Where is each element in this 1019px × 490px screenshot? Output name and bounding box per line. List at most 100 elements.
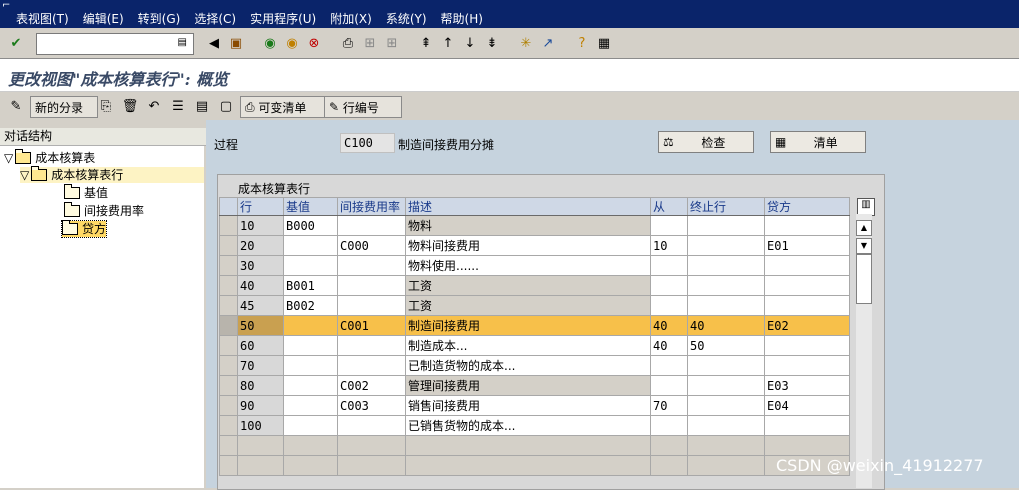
tree-node-credit[interactable]: 贷方 [60, 220, 108, 238]
cell-overhead-rate[interactable]: C003 [337, 395, 406, 416]
deselect-all-icon[interactable]: ▢ [216, 96, 236, 116]
menu-extras[interactable]: 附加(X) [330, 10, 372, 27]
print-icon[interactable]: ⎙ [338, 33, 358, 53]
row-selector[interactable] [219, 335, 238, 356]
column-header-overhead-rate[interactable]: 间接费用率 [337, 197, 406, 216]
cell-description[interactable]: 已制造货物的成本... [405, 355, 651, 376]
menu-goto[interactable]: 转到(G) [138, 10, 181, 27]
cell-from[interactable] [650, 375, 688, 396]
cell-overhead-rate[interactable] [337, 355, 406, 376]
row-selector[interactable] [219, 255, 238, 276]
row-selector[interactable] [219, 375, 238, 396]
row-selector[interactable] [219, 435, 238, 456]
cell-base[interactable] [283, 415, 338, 436]
delete-icon[interactable]: 🗑 [120, 96, 140, 116]
scroll-left-icon[interactable]: ◀ [204, 33, 224, 53]
cell-overhead-rate[interactable] [337, 295, 406, 316]
create-session-icon[interactable]: ✳ [516, 33, 536, 53]
cell-to-row[interactable] [687, 215, 765, 236]
scroll-up-icon[interactable]: ▲ [856, 220, 872, 236]
undo-icon[interactable]: ↶ [144, 96, 164, 116]
cell-base[interactable] [283, 335, 338, 356]
menu-edit[interactable]: 编辑(E) [83, 10, 124, 27]
scrollbar-thumb[interactable] [856, 254, 872, 304]
menu-utilities[interactable]: 实用程序(U) [250, 10, 316, 27]
expand-arrow-icon[interactable]: ▽ [20, 167, 29, 183]
cell-to-row[interactable] [687, 235, 765, 256]
cell-credit[interactable]: E04 [764, 395, 850, 416]
cell-description[interactable]: 已销售货物的成本... [405, 415, 651, 436]
cell-to-row[interactable] [687, 415, 765, 436]
exit-icon[interactable]: ◉ [282, 33, 302, 53]
cell-to-row[interactable] [687, 395, 765, 416]
cell-credit[interactable] [764, 415, 850, 436]
tree-node-costing-sheet-rows[interactable]: ▽ 成本核算表行 [20, 166, 204, 183]
cell-to-row[interactable] [687, 255, 765, 276]
cell-description[interactable]: 物料使用...... [405, 255, 651, 276]
menu-help[interactable]: 帮助(H) [441, 10, 483, 27]
previous-page-icon[interactable]: ↑ [438, 33, 458, 53]
row-selector[interactable] [219, 415, 238, 436]
last-page-icon[interactable]: ⇟ [482, 33, 502, 53]
row-selector[interactable] [219, 215, 238, 236]
cell-base[interactable] [283, 235, 338, 256]
cell-from[interactable] [650, 355, 688, 376]
first-page-icon[interactable]: ⇞ [416, 33, 436, 53]
enter-check-icon[interactable]: ✔ [6, 33, 26, 53]
cell-description[interactable]: 制造成本... [405, 335, 651, 356]
row-selector[interactable] [219, 395, 238, 416]
cell-credit[interactable]: E03 [764, 375, 850, 396]
row-selector-header[interactable] [219, 197, 238, 216]
cell-overhead-rate[interactable] [337, 335, 406, 356]
table-vertical-scrollbar[interactable]: ▲ ▼ [856, 214, 872, 488]
cell-to-row[interactable] [687, 355, 765, 376]
list-button[interactable]: ▦ 清单 [770, 131, 866, 153]
cell-to-row[interactable] [687, 275, 765, 296]
tree-node-base[interactable]: 基值 [64, 184, 108, 201]
cell-to-row[interactable] [687, 295, 765, 316]
cell-overhead-rate[interactable]: C000 [337, 235, 406, 256]
row-selector[interactable] [219, 355, 238, 376]
row-selector[interactable] [219, 235, 238, 256]
cell-from[interactable]: 40 [650, 335, 688, 356]
cell-to-row[interactable]: 50 [687, 335, 765, 356]
back-icon[interactable]: ◉ [260, 33, 280, 53]
row-selector[interactable] [219, 315, 238, 336]
menu-system[interactable]: 系统(Y) [386, 10, 427, 27]
cell-overhead-rate[interactable] [337, 275, 406, 296]
layout-menu-icon[interactable]: ▦ [594, 33, 614, 53]
cell-credit[interactable]: E02 [764, 315, 850, 336]
cell-from[interactable] [650, 255, 688, 276]
variable-list-button[interactable]: ⎙ 可变清单 [240, 96, 328, 118]
cell-to-row[interactable]: 40 [687, 315, 765, 336]
find-icon[interactable]: ⊞ [360, 33, 380, 53]
select-block-icon[interactable]: ▤ [192, 96, 212, 116]
cell-base[interactable]: B001 [283, 275, 338, 296]
cell-overhead-rate[interactable] [337, 255, 406, 276]
copy-icon[interactable]: ⎘ [96, 96, 116, 116]
cell-base[interactable] [283, 355, 338, 376]
column-header-credit[interactable]: 贷方 [764, 197, 850, 216]
cell-description[interactable]: 工资 [405, 275, 651, 296]
shortcut-icon[interactable]: ↗ [538, 33, 558, 53]
find-next-icon[interactable]: ⊞ [382, 33, 402, 53]
help-icon[interactable]: ? [572, 33, 592, 53]
window-menu-icon[interactable]: ⌐ [2, 0, 10, 11]
tree-node-overhead-rate[interactable]: 间接费用率 [64, 202, 144, 219]
cell-overhead-rate[interactable]: C001 [337, 315, 406, 336]
scroll-down-icon[interactable]: ▼ [856, 238, 872, 254]
cell-from[interactable] [650, 215, 688, 236]
check-button[interactable]: ⚖ 检查 [658, 131, 754, 153]
cell-overhead-rate[interactable] [337, 215, 406, 236]
cell-from[interactable] [650, 295, 688, 316]
cell-description[interactable]: 管理间接费用 [405, 375, 651, 396]
cell-from[interactable]: 40 [650, 315, 688, 336]
cell-from[interactable] [650, 415, 688, 436]
tree-node-costing-sheet[interactable]: ▽ 成本核算表 [4, 149, 95, 166]
save-icon[interactable]: ▣ [226, 33, 246, 53]
cell-credit[interactable] [764, 275, 850, 296]
row-number-button[interactable]: ✎ 行编号 [324, 96, 402, 118]
cell-from[interactable]: 10 [650, 235, 688, 256]
cell-base[interactable]: B000 [283, 215, 338, 236]
cell-description[interactable]: 工资 [405, 295, 651, 316]
